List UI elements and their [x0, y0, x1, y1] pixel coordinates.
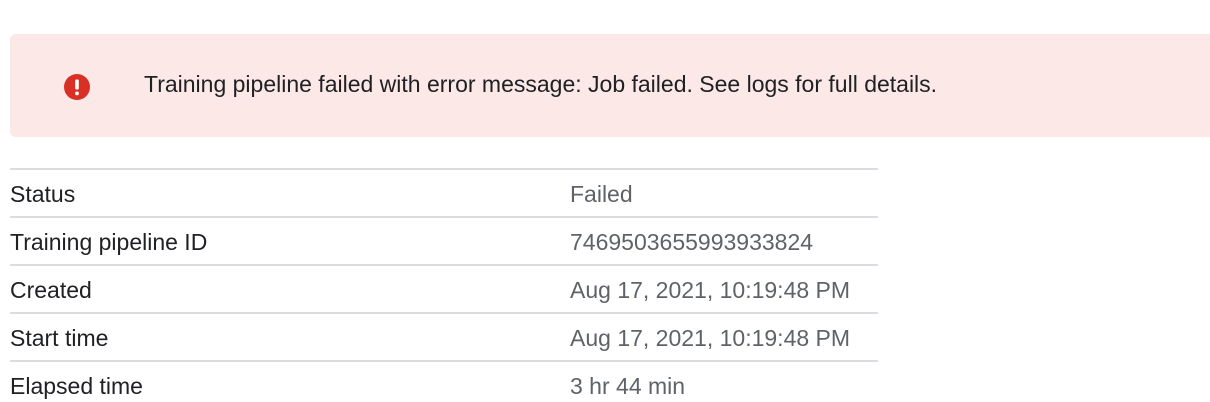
- details-row-elapsed-time: Elapsed time 3 hr 44 min: [10, 362, 878, 402]
- error-message: Training pipeline failed with error mess…: [144, 71, 938, 97]
- details-row-created: Created Aug 17, 2021, 10:19:48 PM: [10, 266, 878, 314]
- elapsed-time-label: Elapsed time: [10, 373, 143, 399]
- pipeline-id-label: Training pipeline ID: [10, 229, 208, 255]
- start-time-label: Start time: [10, 325, 109, 351]
- status-label: Status: [10, 181, 76, 207]
- pipeline-details-table: Status Failed Training pipeline ID 74695…: [10, 168, 878, 402]
- created-label: Created: [10, 277, 92, 303]
- elapsed-time-value: 3 hr 44 min: [570, 373, 686, 399]
- status-value: Failed: [570, 181, 633, 207]
- details-row-status: Status Failed: [10, 170, 878, 218]
- pipeline-id-value: 7469503655993933824: [570, 229, 814, 255]
- details-row-pipeline-id: Training pipeline ID 7469503655993933824: [10, 218, 878, 266]
- details-row-start-time: Start time Aug 17, 2021, 10:19:48 PM: [10, 314, 878, 362]
- created-value: Aug 17, 2021, 10:19:48 PM: [570, 277, 851, 303]
- start-time-value: Aug 17, 2021, 10:19:48 PM: [570, 325, 851, 351]
- error-icon: [64, 74, 90, 100]
- error-banner: Training pipeline failed with error mess…: [10, 34, 1210, 137]
- page: Training pipeline failed with error mess…: [0, 0, 1210, 402]
